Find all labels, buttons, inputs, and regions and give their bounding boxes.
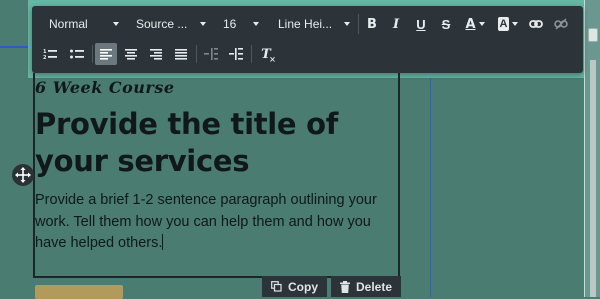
align-justify-icon: [175, 48, 187, 60]
chevron-down-icon: [512, 22, 519, 26]
alignment-guide-vertical: [430, 78, 431, 297]
background-color-icon: A: [497, 17, 510, 31]
trash-icon: [340, 280, 350, 293]
resize-handle[interactable]: [588, 28, 598, 42]
align-justify-button[interactable]: [170, 43, 192, 65]
indent-button[interactable]: [225, 43, 247, 65]
font-size-select[interactable]: 16: [223, 14, 259, 34]
toolbar-divider: [358, 14, 359, 34]
line-height-select[interactable]: Line Hei...: [278, 14, 350, 34]
bold-icon: B: [367, 16, 377, 32]
alignment-guide-left: [0, 46, 28, 48]
services-description[interactable]: Provide a brief 1-2 sentence paragraph o…: [35, 190, 397, 255]
course-eyebrow[interactable]: 6 Week Course: [35, 78, 175, 97]
chevron-down-icon: [253, 22, 259, 26]
link-button[interactable]: [525, 13, 547, 35]
indent-icon: [229, 48, 243, 60]
outdent-button[interactable]: [200, 43, 222, 65]
align-center-icon: [125, 48, 137, 60]
paragraph-style-select[interactable]: Normal: [49, 14, 119, 34]
copy-button[interactable]: Copy: [262, 276, 327, 297]
toolbar-divider: [196, 45, 197, 63]
move-handle[interactable]: [12, 164, 34, 186]
italic-button[interactable]: I: [385, 13, 407, 35]
text-color-icon: A: [465, 16, 476, 32]
toolbar-divider: [251, 45, 252, 63]
align-right-icon: [150, 48, 162, 60]
clear-formatting-icon: T ×: [261, 46, 276, 64]
bold-button[interactable]: B: [361, 13, 383, 35]
copy-icon: [271, 281, 282, 292]
font-size-value: 16: [223, 17, 237, 31]
unlink-button[interactable]: [550, 13, 572, 35]
strikethrough-button[interactable]: S: [435, 13, 457, 35]
chevron-down-icon: [113, 22, 119, 26]
line-height-value: Line Hei...: [278, 17, 333, 31]
font-family-value: Source ...: [136, 17, 188, 31]
align-center-button[interactable]: [120, 43, 142, 65]
font-family-select[interactable]: Source ...: [136, 14, 206, 34]
rich-text-toolbar: Normal Source ... 16 Line Hei... B I U S…: [32, 6, 583, 73]
align-right-button[interactable]: [145, 43, 167, 65]
scrollbar-track[interactable]: [590, 60, 596, 297]
text-cursor: [162, 234, 164, 250]
toolbar-divider: [92, 45, 93, 63]
ordered-list-icon: 1 2: [43, 49, 57, 60]
chevron-down-icon: [200, 22, 206, 26]
link-icon: [529, 20, 543, 28]
bullet-list-button[interactable]: [66, 43, 88, 65]
outdent-icon: [204, 48, 218, 60]
clear-formatting-button[interactable]: T ×: [255, 43, 277, 65]
delete-button[interactable]: Delete: [331, 276, 402, 297]
bullet-list-icon: [70, 49, 84, 59]
italic-icon: I: [392, 16, 400, 32]
align-left-button[interactable]: [95, 43, 117, 65]
strikethrough-icon: S: [441, 16, 451, 32]
chevron-down-icon: [344, 22, 350, 26]
svg-text:2: 2: [43, 55, 47, 60]
text-color-button[interactable]: A: [460, 13, 490, 35]
delete-label: Delete: [356, 279, 393, 294]
background-color-button[interactable]: A: [493, 13, 523, 35]
underline-icon: U: [416, 16, 426, 32]
align-left-icon: [100, 48, 112, 60]
ordered-list-button[interactable]: 1 2: [39, 43, 61, 65]
paragraph-style-value: Normal: [49, 17, 88, 31]
services-headline[interactable]: Provide the title of your services: [35, 106, 395, 180]
copy-label: Copy: [288, 279, 318, 294]
underline-button[interactable]: U: [410, 13, 432, 35]
chevron-down-icon: [478, 22, 485, 26]
unlink-icon: [554, 18, 568, 30]
module-action-bar: Copy Delete: [262, 276, 402, 297]
move-arrows-icon: [15, 167, 31, 183]
services-description-text: Provide a brief 1-2 sentence paragraph o…: [35, 192, 377, 251]
